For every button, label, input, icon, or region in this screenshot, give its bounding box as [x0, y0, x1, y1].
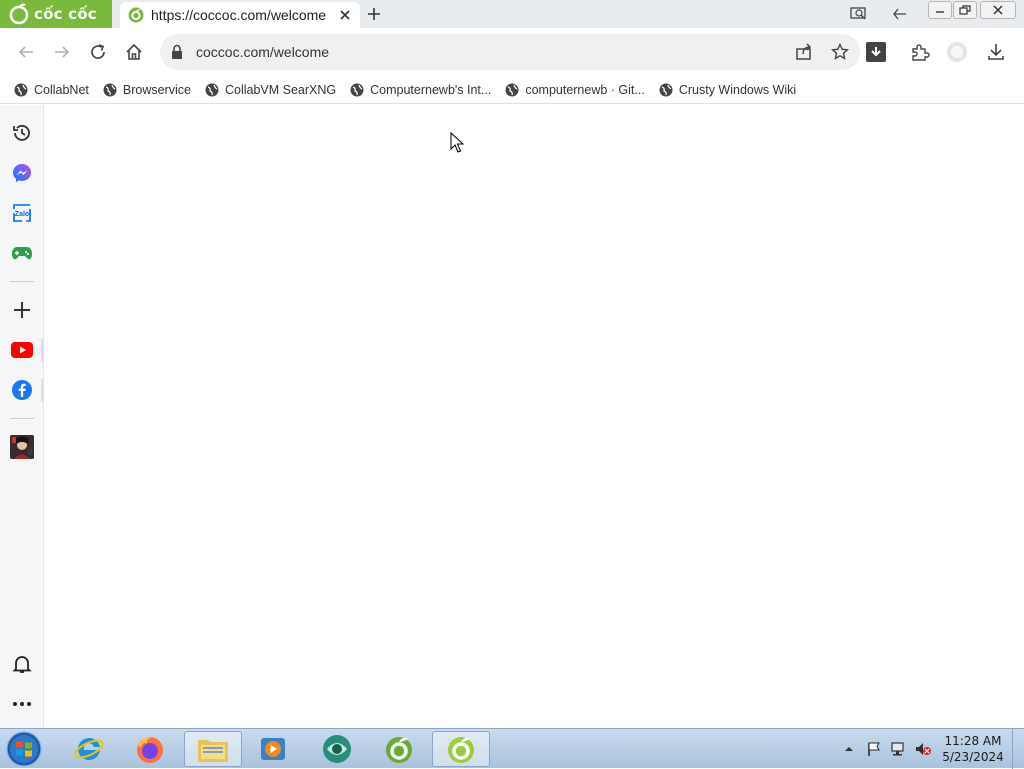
- bookmark-label: Computernewb's Int...: [370, 82, 492, 97]
- coccoc-icon: [448, 737, 474, 763]
- facebook-icon[interactable]: [10, 378, 34, 402]
- bookmark-label: computernewb · Git...: [525, 82, 645, 97]
- sidebar-divider: [10, 281, 34, 282]
- bookmark-browservice[interactable]: Browservice: [103, 83, 191, 97]
- bookmarks-bar: CollabNet Browservice CollabVM SearXNG C…: [0, 76, 1024, 104]
- bookmark-label: CollabVM SearXNG: [224, 82, 337, 97]
- taskbar-coccoc-active[interactable]: [432, 731, 490, 767]
- address-bar[interactable]: [160, 34, 860, 70]
- close-window-button[interactable]: [980, 1, 1016, 19]
- globe-icon: [505, 83, 519, 96]
- taskbar-media-player[interactable]: [244, 731, 302, 767]
- gamepad-icon[interactable]: [10, 241, 34, 265]
- globe-icon: [350, 83, 364, 96]
- history-icon[interactable]: [10, 121, 34, 145]
- volume-muted-icon[interactable]: [914, 729, 932, 769]
- bookmark-label: CollabNet: [34, 82, 89, 97]
- globe-icon: [659, 83, 673, 96]
- collapse-icon[interactable]: [888, 0, 912, 28]
- firefox-icon: [137, 736, 163, 763]
- bookmark-collabnet[interactable]: CollabNet: [14, 83, 89, 97]
- downloads-icon[interactable]: [984, 40, 1008, 64]
- bookmark-label: Crusty Windows Wiki: [678, 82, 797, 97]
- zalo-icon[interactable]: Zalo: [10, 201, 34, 225]
- mouse-pointer-icon: [450, 132, 464, 153]
- page-content: [44, 105, 1024, 728]
- coccoc-icon: [386, 737, 412, 763]
- bookmark-star-icon[interactable]: [830, 42, 850, 62]
- tab-welcome[interactable]: https://coccoc.com/welcome: [120, 2, 360, 28]
- svg-text:Zalo: Zalo: [15, 211, 29, 218]
- profile-avatar[interactable]: [945, 40, 969, 64]
- clock-time: 11:28 AM: [944, 734, 1002, 748]
- bookmark-computernewb-git[interactable]: computernewb · Git...: [505, 83, 645, 97]
- start-button[interactable]: [4, 731, 44, 767]
- globe-icon: [14, 83, 28, 96]
- coccoc-brand-label: cốc cốc: [34, 5, 97, 23]
- network-icon[interactable]: [890, 729, 908, 769]
- taskbar: 11:28 AM 5/23/2024: [0, 728, 1024, 769]
- minimize-button[interactable]: [928, 1, 952, 19]
- forward-button[interactable]: [50, 40, 74, 64]
- navigation-toolbar: [0, 28, 1024, 76]
- show-desktop-button[interactable]: [1012, 729, 1024, 769]
- taskbar-file-explorer[interactable]: [184, 731, 242, 767]
- new-tab-icon[interactable]: [366, 6, 382, 22]
- bookmark-label: Browservice: [122, 82, 191, 97]
- lock-icon[interactable]: [170, 44, 184, 60]
- show-hidden-icons-button[interactable]: [844, 729, 854, 769]
- title-bar: cốc cốc https://coccoc.com/welcome: [0, 0, 1024, 28]
- taskbar-app[interactable]: [308, 731, 366, 767]
- globe-icon: [205, 83, 219, 96]
- taskbar-internet-explorer[interactable]: [60, 731, 118, 767]
- media-player-icon: [261, 738, 285, 760]
- internet-explorer-icon: [74, 737, 104, 760]
- bell-icon[interactable]: [10, 652, 34, 676]
- file-explorer-icon: [198, 740, 228, 762]
- chevron-up-icon: [845, 747, 853, 751]
- messenger-icon[interactable]: [10, 161, 34, 185]
- game-avatar-icon[interactable]: [10, 435, 34, 459]
- extensions-icon[interactable]: [908, 40, 932, 64]
- add-icon[interactable]: [10, 298, 34, 322]
- app-icon: [323, 735, 351, 763]
- system-clock[interactable]: 11:28 AM 5/23/2024: [940, 733, 1006, 765]
- share-icon[interactable]: [794, 42, 814, 62]
- globe-icon: [103, 83, 117, 96]
- bookmark-crusty-windows-wiki[interactable]: Crusty Windows Wiki: [659, 83, 796, 97]
- taskbar-coccoc[interactable]: [370, 731, 428, 767]
- media-download-icon[interactable]: [866, 42, 886, 62]
- reload-button[interactable]: [86, 40, 110, 64]
- coccoc-icon: [128, 7, 144, 23]
- action-center-flag-icon[interactable]: [866, 729, 882, 769]
- taskbar-firefox[interactable]: [121, 731, 179, 767]
- tab-search-icon[interactable]: [846, 0, 872, 28]
- restore-button[interactable]: [953, 1, 977, 19]
- clock-date: 5/23/2024: [942, 750, 1004, 764]
- tab-title: https://coccoc.com/welcome: [151, 7, 327, 23]
- home-button[interactable]: [122, 40, 146, 64]
- more-icon[interactable]: [10, 692, 34, 716]
- coccoc-logo-icon: [9, 3, 29, 25]
- bookmark-collabvm-searxng[interactable]: CollabVM SearXNG: [205, 83, 336, 97]
- bookmark-computernewbs-int[interactable]: Computernewb's Int...: [350, 83, 491, 97]
- url-input[interactable]: [194, 43, 754, 61]
- close-icon[interactable]: [338, 8, 352, 22]
- coccoc-brand-button[interactable]: cốc cốc: [0, 0, 112, 28]
- sidebar-divider: [10, 418, 34, 419]
- sidebar: Zalo: [0, 105, 44, 728]
- back-button[interactable]: [14, 40, 38, 64]
- youtube-icon[interactable]: [10, 338, 34, 362]
